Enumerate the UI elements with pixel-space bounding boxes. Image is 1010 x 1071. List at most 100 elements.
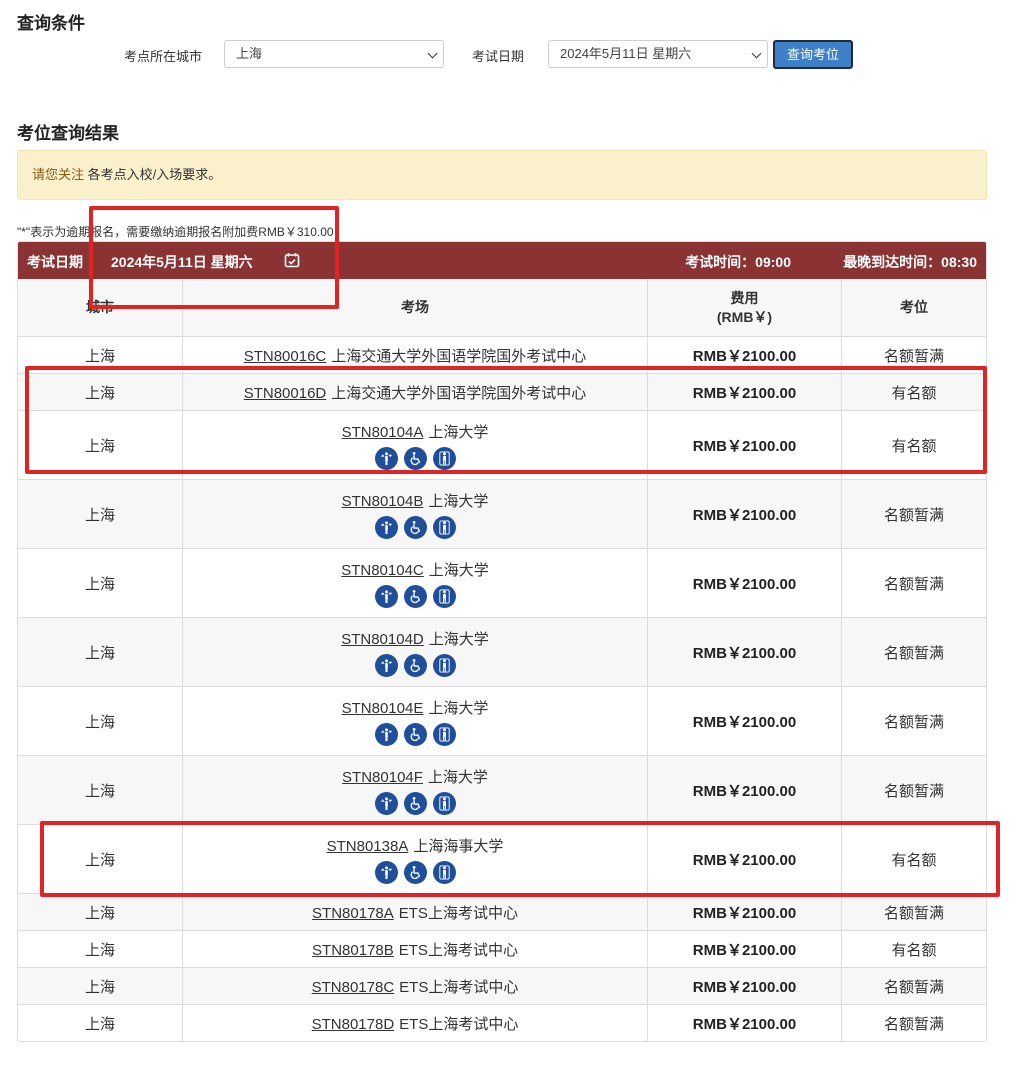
notice-highlight[interactable]: 请您关注 bbox=[32, 167, 84, 182]
seat-cell: 有名额 bbox=[841, 931, 986, 967]
restroom-icon[interactable] bbox=[432, 860, 456, 884]
site-code-link[interactable]: STN80016C bbox=[244, 348, 327, 365]
restroom-icon[interactable] bbox=[432, 722, 456, 746]
bar-date-label: 考试日期 bbox=[27, 254, 83, 270]
table-row: 上海 STN80138A 上海海事大学 RMB￥2100.00 有名额 bbox=[18, 824, 986, 893]
site-code-link[interactable]: STN80178C bbox=[312, 979, 395, 996]
restroom-icon[interactable] bbox=[432, 653, 456, 677]
fee-cell: RMB￥2100.00 bbox=[647, 756, 841, 824]
site-name: ETS上海考试中心 bbox=[398, 904, 518, 922]
site-code-link[interactable]: STN80178A bbox=[312, 905, 394, 922]
site-code-link[interactable]: STN80104B bbox=[342, 493, 424, 510]
col-seat-header: 考位 bbox=[841, 279, 986, 336]
fee-cell: RMB￥2100.00 bbox=[647, 894, 841, 930]
col-fee-header: 费用 (RMB￥) bbox=[647, 279, 841, 336]
site-cell: STN80178C ETS上海考试中心 bbox=[182, 968, 647, 1004]
site-code-link[interactable]: STN80104F bbox=[342, 769, 423, 786]
facility-icons bbox=[374, 860, 456, 884]
fee-cell: RMB￥2100.00 bbox=[647, 1005, 841, 1041]
city-cell: 上海 bbox=[84, 1015, 115, 1033]
elevator-icon[interactable] bbox=[374, 584, 398, 608]
city-cell: 上海 bbox=[84, 851, 115, 869]
date-select[interactable]: 2024年5月11日 星期六 bbox=[548, 40, 768, 68]
site-name-line: STN80016D 上海交通大学外国语学院国外考试中心 bbox=[244, 382, 587, 403]
site-code-link[interactable]: STN80016D bbox=[244, 385, 327, 402]
seat-cell: 名额暂满 bbox=[841, 894, 986, 930]
site-name: ETS上海考试中心 bbox=[399, 978, 519, 996]
chevron-down-icon bbox=[751, 48, 762, 59]
elevator-icon[interactable] bbox=[374, 860, 398, 884]
facility-icons bbox=[374, 446, 456, 470]
site-code-link[interactable]: STN80138A bbox=[327, 838, 409, 855]
elevator-icon[interactable] bbox=[374, 515, 398, 539]
facility-icons bbox=[374, 722, 456, 746]
seat-cell: 有名额 bbox=[841, 374, 986, 410]
wheelchair-icon[interactable] bbox=[403, 791, 427, 815]
site-cell: STN80104B 上海大学 bbox=[182, 480, 647, 548]
query-seat-button[interactable]: 查询考位 bbox=[773, 40, 853, 69]
table-row: 上海 STN80104C 上海大学 RMB￥2100.00 名额暂满 bbox=[18, 548, 986, 617]
restroom-icon[interactable] bbox=[432, 791, 456, 815]
city-select[interactable]: 上海 bbox=[224, 40, 444, 68]
site-code-link[interactable]: STN80178B bbox=[312, 942, 394, 959]
site-name: 上海大学 bbox=[428, 561, 489, 579]
site-cell: STN80104E 上海大学 bbox=[182, 687, 647, 755]
wheelchair-icon[interactable] bbox=[403, 722, 427, 746]
site-code-link[interactable]: STN80104E bbox=[342, 700, 424, 717]
bar-exam-time: 考试时间：09:00 bbox=[685, 254, 791, 270]
wheelchair-icon[interactable] bbox=[403, 515, 427, 539]
results-heading: 考位查询结果 bbox=[17, 124, 119, 143]
site-code-link[interactable]: STN80104C bbox=[341, 562, 424, 579]
site-cell: STN80138A 上海海事大学 bbox=[182, 825, 647, 893]
seat-cell: 名额暂满 bbox=[841, 1005, 986, 1041]
site-name: 上海大学 bbox=[428, 630, 489, 648]
site-name: 上海大学 bbox=[428, 423, 489, 441]
exam-date-bar: 考试日期 2024年5月11日 星期六 考试时间：09:00 最晚到达时间：08… bbox=[18, 242, 986, 279]
site-name: ETS上海考试中心 bbox=[399, 1015, 519, 1033]
city-cell: 上海 bbox=[84, 347, 115, 365]
table-row: 上海 STN80104E 上海大学 RMB￥2100.00 名额暂满 bbox=[18, 686, 986, 755]
results-table: 考试日期 2024年5月11日 星期六 考试时间：09:00 最晚到达时间：08… bbox=[17, 241, 987, 1042]
fee-cell: RMB￥2100.00 bbox=[647, 337, 841, 373]
restroom-icon[interactable] bbox=[432, 584, 456, 608]
elevator-icon[interactable] bbox=[374, 722, 398, 746]
city-label: 考点所在城市 bbox=[124, 49, 203, 64]
col-fee-header-line1: 费用 bbox=[730, 289, 759, 306]
bar-date-value: 2024年5月11日 星期六 bbox=[111, 254, 253, 270]
city-cell: 上海 bbox=[84, 941, 115, 959]
seat-cell: 名额暂满 bbox=[841, 968, 986, 1004]
site-cell: STN80104C 上海大学 bbox=[182, 549, 647, 617]
site-name: 上海大学 bbox=[428, 699, 489, 717]
elevator-icon[interactable] bbox=[374, 791, 398, 815]
wheelchair-icon[interactable] bbox=[403, 446, 427, 470]
elevator-icon[interactable] bbox=[374, 446, 398, 470]
table-row: 上海 STN80178C ETS上海考试中心 RMB￥2100.00 名额暂满 bbox=[18, 967, 986, 1004]
site-cell: STN80104F 上海大学 bbox=[182, 756, 647, 824]
wheelchair-icon[interactable] bbox=[403, 584, 427, 608]
seat-cell: 有名额 bbox=[841, 411, 986, 479]
site-name: 上海大学 bbox=[428, 492, 489, 510]
elevator-icon[interactable] bbox=[374, 653, 398, 677]
site-code-link[interactable]: STN80104D bbox=[341, 631, 424, 648]
city-cell: 上海 bbox=[84, 978, 115, 996]
city-cell: 上海 bbox=[84, 782, 115, 800]
col-site-header: 考场 bbox=[182, 279, 647, 336]
site-name: 上海大学 bbox=[427, 768, 488, 786]
site-name-line: STN80178B ETS上海考试中心 bbox=[312, 939, 518, 960]
site-name-line: STN80178C ETS上海考试中心 bbox=[312, 976, 519, 997]
col-fee-header-line2: (RMB￥) bbox=[716, 308, 773, 325]
site-name: 上海海事大学 bbox=[413, 837, 504, 855]
site-name-line: STN80178D ETS上海考试中心 bbox=[312, 1013, 519, 1034]
restroom-icon[interactable] bbox=[432, 515, 456, 539]
fee-cell: RMB￥2100.00 bbox=[647, 411, 841, 479]
site-code-link[interactable]: STN80178D bbox=[312, 1016, 395, 1033]
site-name-line: STN80178A ETS上海考试中心 bbox=[312, 902, 518, 923]
restroom-icon[interactable] bbox=[432, 446, 456, 470]
wheelchair-icon[interactable] bbox=[403, 860, 427, 884]
wheelchair-icon[interactable] bbox=[403, 653, 427, 677]
table-row: 上海 STN80178A ETS上海考试中心 RMB￥2100.00 名额暂满 bbox=[18, 893, 986, 930]
city-cell: 上海 bbox=[84, 437, 115, 455]
site-code-link[interactable]: STN80104A bbox=[342, 424, 424, 441]
seat-cell: 有名额 bbox=[841, 825, 986, 893]
facility-icons bbox=[374, 653, 456, 677]
